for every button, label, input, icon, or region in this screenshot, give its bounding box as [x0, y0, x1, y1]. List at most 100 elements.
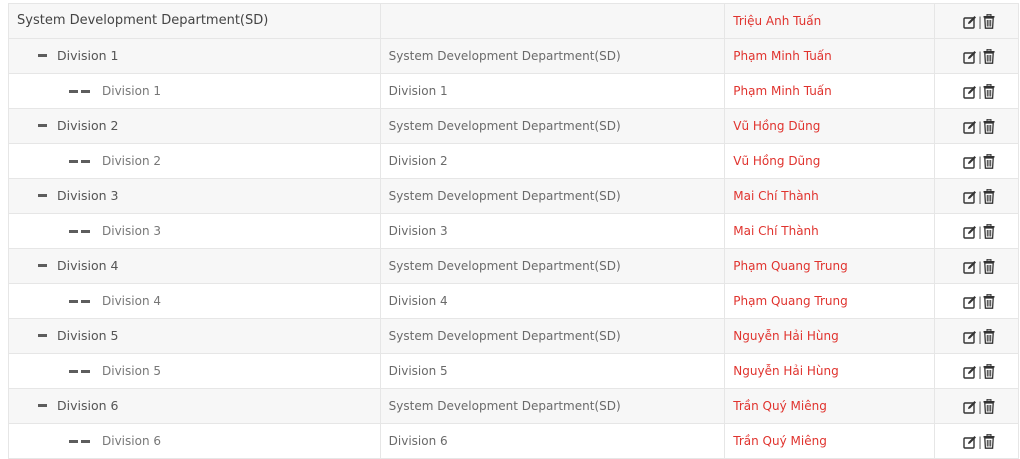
- manager-name: Phạm Minh Tuấn: [733, 84, 832, 98]
- manager-cell: Trần Quý Miêng: [725, 389, 936, 423]
- manager-cell: Vũ Hồng Dũng: [725, 109, 936, 143]
- department-name: Division 6: [102, 434, 161, 448]
- edit-icon[interactable]: [963, 15, 977, 29]
- tree-dash-icon: [38, 194, 47, 197]
- parent-department: Division 5: [388, 364, 448, 378]
- manager-name: Triệu Anh Tuấn: [733, 14, 822, 28]
- department-name-cell: Division 5: [9, 354, 381, 388]
- manager-cell: Phạm Minh Tuấn: [725, 74, 936, 108]
- trash-icon[interactable]: [983, 119, 995, 134]
- trash-icon[interactable]: [983, 154, 995, 169]
- manager-cell: Triệu Anh Tuấn: [725, 4, 936, 38]
- department-name-cell: Division 6: [9, 389, 381, 423]
- action-separator: |: [977, 329, 982, 344]
- table-row: Division 3 Division 3 Mai Chí Thành |: [8, 214, 1019, 249]
- parent-department: System Development Department(SD): [388, 399, 621, 413]
- trash-icon[interactable]: [983, 224, 995, 239]
- edit-icon[interactable]: [963, 435, 977, 449]
- trash-icon[interactable]: [983, 399, 995, 414]
- department-name: Division 5: [57, 328, 119, 343]
- table-row: System Development Department(SD) Triệu …: [8, 4, 1020, 39]
- manager-name: Vũ Hồng Dũng: [733, 154, 821, 168]
- department-name-cell: Division 1: [9, 39, 381, 73]
- parent-department-cell: Division 6: [381, 424, 726, 458]
- tree-indent-marker: [69, 154, 102, 168]
- tree-double-dash-icon: [69, 144, 93, 178]
- manager-name: Nguyễn Hải Hùng: [733, 329, 839, 343]
- tree-double-dash-icon: [69, 74, 93, 108]
- department-name: Division 1: [57, 48, 119, 63]
- actions-cell: |: [935, 109, 1019, 143]
- parent-department: System Development Department(SD): [388, 259, 621, 273]
- tree-indent-marker: [38, 398, 57, 413]
- actions-cell: |: [935, 39, 1019, 73]
- manager-cell: Mai Chí Thành: [725, 214, 936, 248]
- trash-icon[interactable]: [983, 294, 995, 309]
- action-separator: |: [977, 119, 982, 134]
- edit-icon[interactable]: [963, 400, 977, 414]
- table-row: Division 4 Division 4 Phạm Quang Trung |: [8, 284, 1019, 319]
- edit-icon[interactable]: [963, 295, 977, 309]
- trash-icon[interactable]: [983, 49, 995, 64]
- parent-department: System Development Department(SD): [388, 189, 621, 203]
- edit-icon[interactable]: [963, 330, 977, 344]
- edit-icon[interactable]: [963, 50, 977, 64]
- parent-department-cell: Division 5: [381, 354, 726, 388]
- edit-icon[interactable]: [963, 260, 977, 274]
- tree-indent-marker: [69, 84, 102, 98]
- parent-department-cell: System Development Department(SD): [381, 109, 726, 143]
- table-row: Division 5 System Development Department…: [8, 319, 1019, 354]
- edit-icon[interactable]: [963, 225, 977, 239]
- edit-icon[interactable]: [963, 155, 977, 169]
- parent-department: Division 4: [388, 294, 448, 308]
- trash-icon[interactable]: [983, 329, 995, 344]
- trash-icon[interactable]: [983, 189, 995, 204]
- tree-indent-marker: [69, 434, 102, 448]
- tree-indent-marker: [38, 258, 57, 273]
- department-name-cell: Division 2: [9, 109, 381, 143]
- parent-department-cell: System Development Department(SD): [381, 179, 726, 213]
- manager-name: Trần Quý Miêng: [733, 399, 827, 413]
- tree-dash-icon: [38, 404, 47, 407]
- parent-department: System Development Department(SD): [388, 119, 621, 133]
- parent-department: System Development Department(SD): [388, 329, 621, 343]
- actions-cell: |: [935, 249, 1019, 283]
- tree-dash-icon: [38, 264, 47, 267]
- table-row: Division 3 System Development Department…: [8, 179, 1019, 214]
- department-name: Division 5: [102, 364, 161, 378]
- table-row: Division 1 Division 1 Phạm Minh Tuấn |: [8, 74, 1019, 109]
- action-separator: |: [977, 364, 982, 379]
- tree-indent-marker: [38, 48, 57, 63]
- edit-icon[interactable]: [963, 120, 977, 134]
- parent-department: Division 6: [388, 434, 448, 448]
- tree-indent-marker: [38, 118, 57, 133]
- edit-icon[interactable]: [963, 190, 977, 204]
- tree-dash-icon: [38, 54, 47, 57]
- trash-icon[interactable]: [983, 14, 995, 29]
- manager-name: Mai Chí Thành: [733, 224, 819, 238]
- parent-department-cell: [381, 4, 726, 38]
- parent-department-cell: Division 4: [381, 284, 726, 318]
- parent-department: Division 1: [388, 84, 448, 98]
- parent-department: System Development Department(SD): [388, 49, 621, 63]
- actions-cell: |: [935, 179, 1019, 213]
- tree-dash-icon: [38, 334, 47, 337]
- department-name-cell: Division 6: [9, 424, 381, 458]
- department-name: Division 2: [57, 118, 119, 133]
- trash-icon[interactable]: [983, 259, 995, 274]
- edit-icon[interactable]: [963, 85, 977, 99]
- parent-department-cell: System Development Department(SD): [381, 39, 726, 73]
- trash-icon[interactable]: [983, 364, 995, 379]
- trash-icon[interactable]: [983, 84, 995, 99]
- department-name: Division 1: [102, 84, 161, 98]
- department-name-cell: Division 3: [9, 179, 381, 213]
- tree-double-dash-icon: [69, 214, 93, 248]
- table-row: Division 1 System Development Department…: [8, 39, 1019, 74]
- manager-name: Phạm Quang Trung: [733, 294, 848, 308]
- action-separator: |: [977, 154, 982, 169]
- tree-double-dash-icon: [69, 424, 93, 458]
- department-name: Division 2: [102, 154, 161, 168]
- trash-icon[interactable]: [983, 434, 995, 449]
- edit-icon[interactable]: [963, 365, 977, 379]
- actions-cell: |: [935, 74, 1019, 108]
